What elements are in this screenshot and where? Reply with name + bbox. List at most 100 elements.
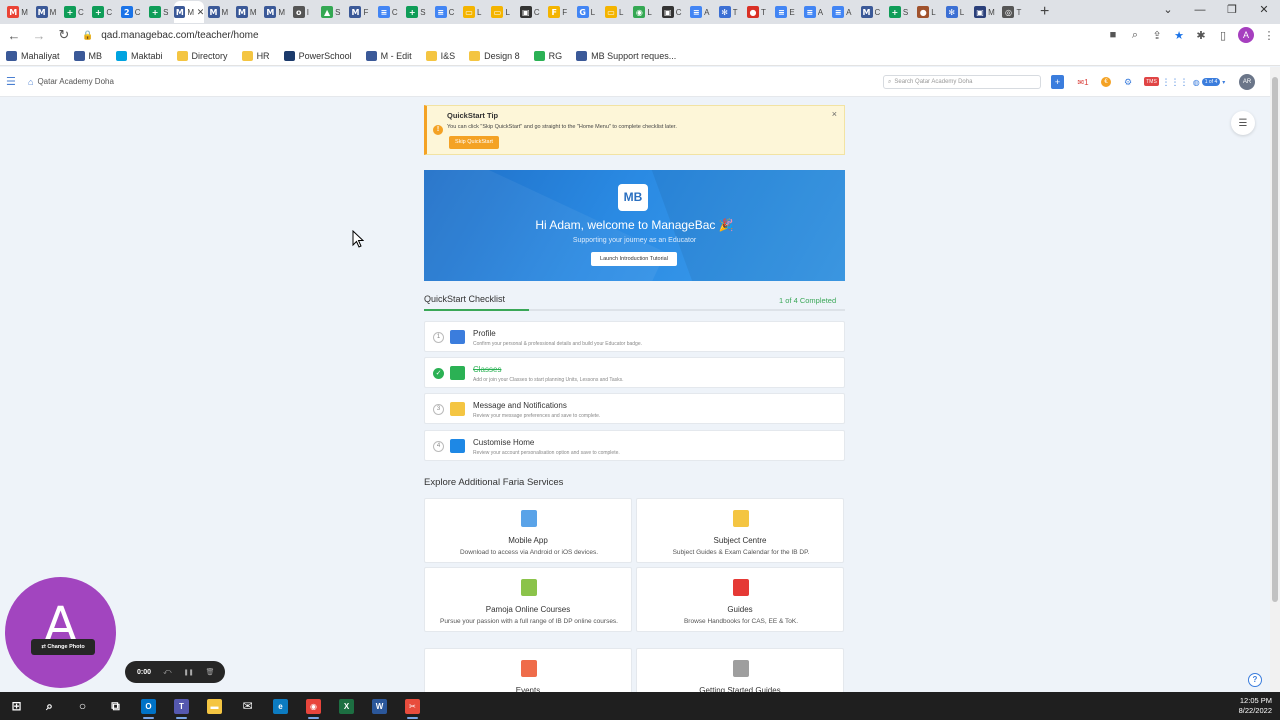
zoom-icon[interactable]: ⌕	[1124, 29, 1146, 42]
apps-grid-icon[interactable]: ⋮⋮⋮	[1162, 75, 1189, 89]
bookmark-item[interactable]: Maktabi	[116, 50, 163, 61]
maximize-button[interactable]: ❐	[1216, 0, 1248, 22]
bookmark-item[interactable]: Mahaliyat	[6, 50, 60, 61]
system-clock[interactable]: 12:05 PM 8/22/2022	[1239, 696, 1272, 716]
undo-icon[interactable]: ⤺	[163, 667, 172, 677]
browser-tab[interactable]: ● T	[744, 1, 772, 23]
browser-tab[interactable]: MM	[32, 1, 60, 23]
bookmark-item[interactable]: MB	[73, 50, 102, 61]
browser-tab[interactable]: M M ✕	[174, 1, 205, 23]
browser-tab[interactable]: MM	[233, 1, 261, 23]
bookmark-item[interactable]: M - Edit	[365, 50, 412, 61]
checklist-item[interactable]: 4 Customise Home Review your account perso…	[424, 430, 845, 461]
address-bar[interactable]: 🔒 qad.managebac.com/teacher/home	[76, 25, 1086, 45]
taskbar-app[interactable]: T	[165, 692, 198, 720]
browser-tab[interactable]: ≡ C	[431, 1, 459, 23]
delete-icon[interactable]: 🗑	[206, 668, 215, 676]
launch-tutorial-button[interactable]: Launch Introduction Tutorial	[591, 252, 677, 266]
taskbar-app[interactable]: ▬	[198, 692, 231, 720]
bookmark-item[interactable]: I&S	[425, 50, 455, 61]
search-input[interactable]: ⌕ Search Qatar Academy Doha	[883, 75, 1041, 89]
pause-icon[interactable]: ❚❚	[184, 669, 194, 676]
taskbar-app[interactable]: O	[132, 692, 165, 720]
browser-tab[interactable]: MM	[4, 1, 32, 23]
service-card[interactable]: Pamoja Online Courses Pursue your passion…	[424, 567, 632, 632]
browser-tab[interactable]: 2C	[118, 1, 146, 23]
browser-tab[interactable]: + S	[886, 1, 914, 23]
camera-icon[interactable]: ■	[1102, 29, 1124, 41]
user-avatar[interactable]: AR	[1239, 74, 1255, 90]
gear-icon[interactable]: ⚙	[1122, 75, 1134, 89]
browser-tab[interactable]: ▣ C	[659, 1, 687, 23]
bookmark-item[interactable]: PowerSchool	[283, 50, 352, 61]
browser-tab[interactable]: oI	[290, 1, 318, 23]
browser-tab[interactable]: MC	[857, 1, 885, 23]
browser-tab[interactable]: FF	[545, 1, 573, 23]
browser-tab[interactable]: + S	[146, 1, 174, 23]
taskbar-app[interactable]: W	[363, 692, 396, 720]
reload-button[interactable]: ↻	[53, 24, 75, 46]
taskbar-app[interactable]: ○	[66, 692, 99, 720]
taskbar-app[interactable]: ⊞	[0, 692, 33, 720]
browser-tab[interactable]: ▭ L	[460, 1, 488, 23]
browser-tab[interactable]: ≡ A	[829, 1, 857, 23]
browser-tab[interactable]: ▲ S	[318, 1, 346, 23]
browser-tab[interactable]: ▣ C	[517, 1, 545, 23]
taskbar-app[interactable]: e	[264, 692, 297, 720]
checklist-item[interactable]: 1 Profile Confirm your personal & professi…	[424, 321, 845, 352]
taskbar-app[interactable]: ◉	[297, 692, 330, 720]
scrollbar-thumb[interactable]	[1272, 77, 1278, 602]
browser-tab[interactable]: ✻ T	[715, 1, 743, 23]
profile-avatar[interactable]: A	[1238, 27, 1254, 43]
sidepanel-icon[interactable]: ▯	[1212, 29, 1234, 42]
browser-tab[interactable]: ≡ E	[772, 1, 800, 23]
browser-tab[interactable]: ≡ C	[375, 1, 403, 23]
bookmark-item[interactable]: Directory	[176, 50, 228, 61]
close-window-button[interactable]: ✕	[1248, 0, 1280, 22]
close-icon[interactable]: ×	[832, 109, 837, 119]
service-card[interactable]: Guides Browse Handbooks for CAS, EE & ToK…	[636, 567, 844, 632]
browser-tab[interactable]: ▭ L	[488, 1, 516, 23]
browser-tab[interactable]: ▣ M	[971, 1, 999, 23]
browser-tab[interactable]: MM	[261, 1, 289, 23]
school-breadcrumb[interactable]: ⌂ Qatar Academy Doha	[28, 77, 114, 87]
skip-quickstart-button[interactable]: Skip QuickStart	[449, 136, 499, 149]
bookmark-item[interactable]: HR	[241, 50, 270, 61]
bookmark-star-icon[interactable]: ★	[1168, 29, 1190, 42]
forward-button[interactable]: →	[28, 24, 50, 46]
extensions-icon[interactable]: ✱	[1190, 29, 1212, 42]
taskbar-app[interactable]: X	[330, 692, 363, 720]
taskbar-app[interactable]: ⌕	[33, 692, 66, 720]
page-scrollbar[interactable]	[1270, 67, 1280, 692]
webcam-bubble[interactable]: A ⇄ Change Photo	[5, 577, 116, 688]
browser-tab[interactable]: + C	[89, 1, 117, 23]
taskbar-app[interactable]: ⧉	[99, 692, 132, 720]
bookmark-item[interactable]: RG	[533, 50, 562, 61]
language-selector[interactable]: ◍ 1 of 4 ▾	[1190, 75, 1228, 89]
tab-search-button[interactable]: ⌄	[1152, 0, 1184, 22]
browser-tab[interactable]: + C	[61, 1, 89, 23]
menu-icon[interactable]: ⋮	[1258, 29, 1280, 42]
checklist-item[interactable]: 3 Message and Notifications Review your me…	[424, 393, 845, 424]
tms-badge[interactable]: TMS	[1144, 77, 1159, 86]
taskbar-app[interactable]: ✂	[396, 692, 429, 720]
add-button[interactable]: +	[1051, 75, 1064, 89]
bookmark-item[interactable]: MB Support reques...	[576, 50, 676, 61]
bookmark-item[interactable]: Design 8	[469, 50, 520, 61]
browser-tab[interactable]: ≡ A	[801, 1, 829, 23]
faria-coin-icon[interactable]: €	[1101, 77, 1111, 87]
browser-tab[interactable]: GL	[573, 1, 601, 23]
help-icon[interactable]: ?	[1248, 673, 1262, 687]
browser-tab[interactable]: ● L	[914, 1, 942, 23]
new-tab-button[interactable]: +	[1034, 1, 1056, 23]
browser-tab[interactable]: ▭ L	[602, 1, 630, 23]
taskbar-app[interactable]: ✉	[231, 692, 264, 720]
back-button[interactable]: ←	[3, 24, 25, 46]
hamburger-menu-icon[interactable]: ☰	[6, 75, 18, 88]
browser-tab[interactable]: ✻ L	[943, 1, 971, 23]
browser-tab[interactable]: MM	[204, 1, 232, 23]
change-photo-button[interactable]: ⇄ Change Photo	[31, 639, 95, 655]
browser-tab[interactable]: ≡ A	[687, 1, 715, 23]
browser-tab[interactable]: MF	[346, 1, 374, 23]
share-icon[interactable]: ⇪	[1146, 29, 1168, 42]
